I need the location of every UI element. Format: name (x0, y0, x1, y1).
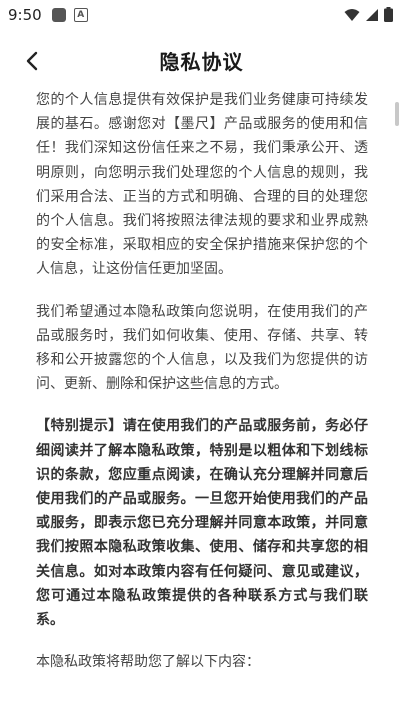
wifi-icon (344, 8, 360, 21)
battery-icon (384, 7, 393, 22)
paragraph-purpose: 我们希望通过本隐私政策向您说明，在使用我们的产品或服务时，我们如何收集、使用、存… (36, 303, 368, 393)
notification-icon (51, 8, 66, 22)
status-bar: 9:50 A (0, 0, 403, 30)
paragraph-contents-intro: 本隐私政策将帮助您了解以下内容： (36, 654, 260, 671)
status-time: 9:50 (8, 6, 42, 24)
signal-icon (366, 8, 378, 21)
paragraph-intro: 您的个人信息提供有效保护是我们业务健康可持续发展的基石。感谢您对【墨尺】产品或服… (36, 92, 368, 278)
privacy-content[interactable]: 您的个人信息提供有效保护是我们业务健康可持续发展的基石。感谢您对【墨尺】产品或服… (36, 88, 368, 718)
nav-bar: 隐私协议 (0, 36, 403, 86)
status-indicators (344, 7, 393, 22)
page-title: 隐私协议 (159, 50, 244, 74)
paragraph-special-notice: 【特别提示】请在使用我们的产品或服务前，务必仔细阅读并了解本隐私政策，特别是以粗… (36, 418, 368, 629)
accessibility-icon: A (73, 8, 88, 22)
scrollbar-thumb[interactable] (395, 102, 399, 126)
